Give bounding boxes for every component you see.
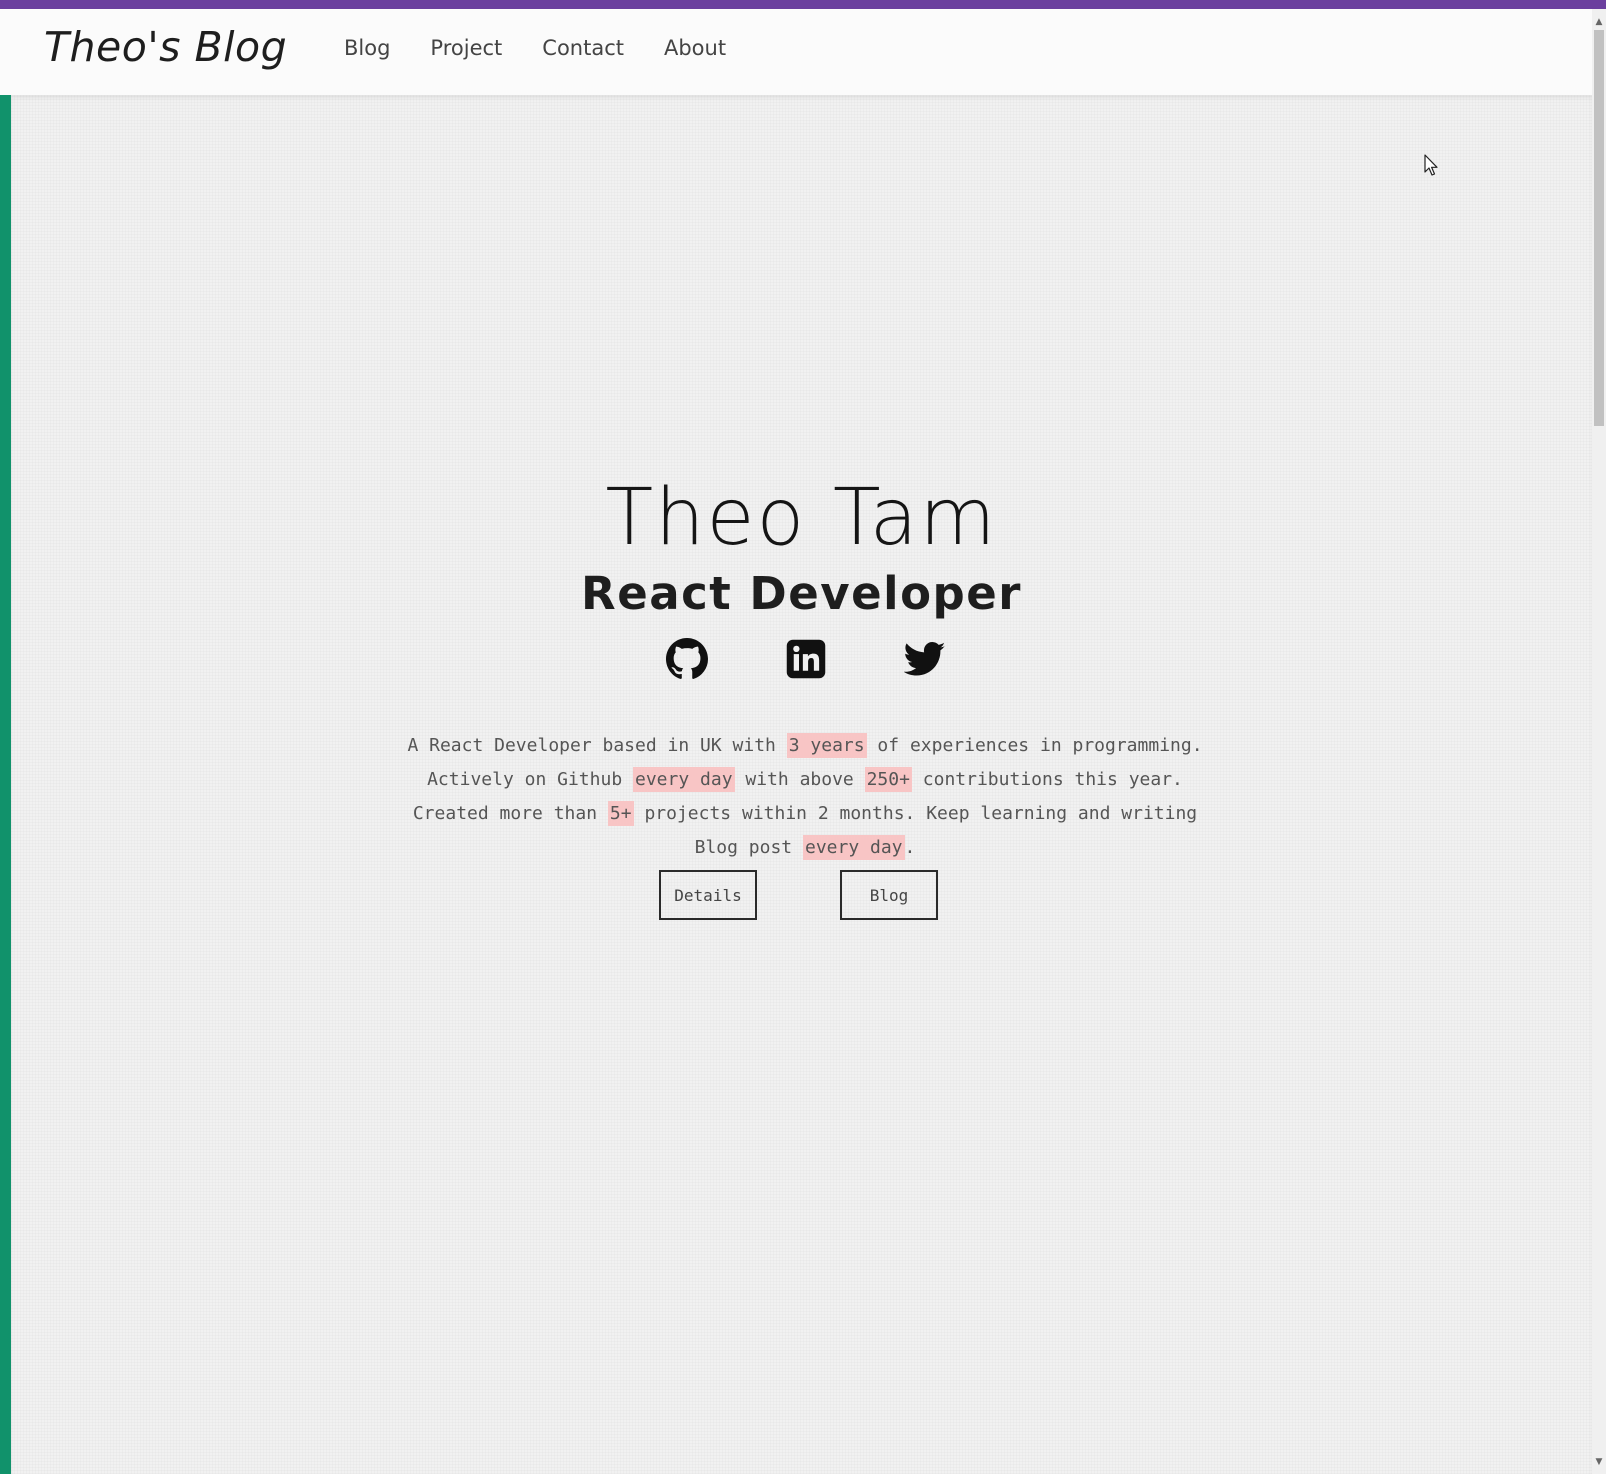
scroll-up-arrow-icon[interactable]: ▲ (1592, 14, 1606, 30)
brand-logo[interactable]: Theo's Blog (44, 23, 287, 71)
hero-section: Theo Tam React Developer A React Develop… (11, 95, 1592, 1474)
navbar: Theo's Blog Blog Project Contact About (0, 9, 1592, 95)
bio-highlight: 3 years (786, 733, 867, 758)
bio-highlight: 5+ (607, 801, 634, 826)
bio-highlight: every day (802, 835, 905, 860)
bio-paragraph: A React Developer based in UK with 3 yea… (400, 729, 1210, 865)
nav-links: Blog Project Contact About (344, 36, 766, 60)
blog-button[interactable]: Blog (840, 870, 938, 920)
scrollbar-thumb[interactable] (1594, 30, 1604, 426)
github-icon[interactable] (666, 638, 708, 680)
nav-link-project[interactable]: Project (430, 36, 502, 60)
top-accent-bar (0, 0, 1606, 9)
nav-link-contact[interactable]: Contact (542, 36, 624, 60)
scroll-down-arrow-icon[interactable]: ▼ (1592, 1454, 1606, 1470)
hero-name: Theo Tam (605, 473, 998, 563)
nav-link-blog[interactable]: Blog (344, 36, 390, 60)
social-links (666, 638, 946, 682)
twitter-icon[interactable] (904, 638, 946, 680)
details-button[interactable]: Details (659, 870, 757, 920)
bio-text: with above (734, 769, 865, 790)
mouse-cursor-icon (1424, 154, 1438, 176)
bio-text: . (904, 837, 916, 858)
hero-role: React Developer (581, 567, 1022, 620)
bio-highlight: every day (633, 767, 735, 792)
bio-highlight: 250+ (864, 767, 912, 792)
bio-text: A React Developer based in UK with (407, 735, 787, 756)
nav-link-about[interactable]: About (664, 36, 726, 60)
left-accent-rail (0, 95, 11, 1474)
linkedin-icon[interactable] (785, 638, 827, 680)
bio-text: projects within 2 months. Keep learning … (633, 803, 1198, 858)
